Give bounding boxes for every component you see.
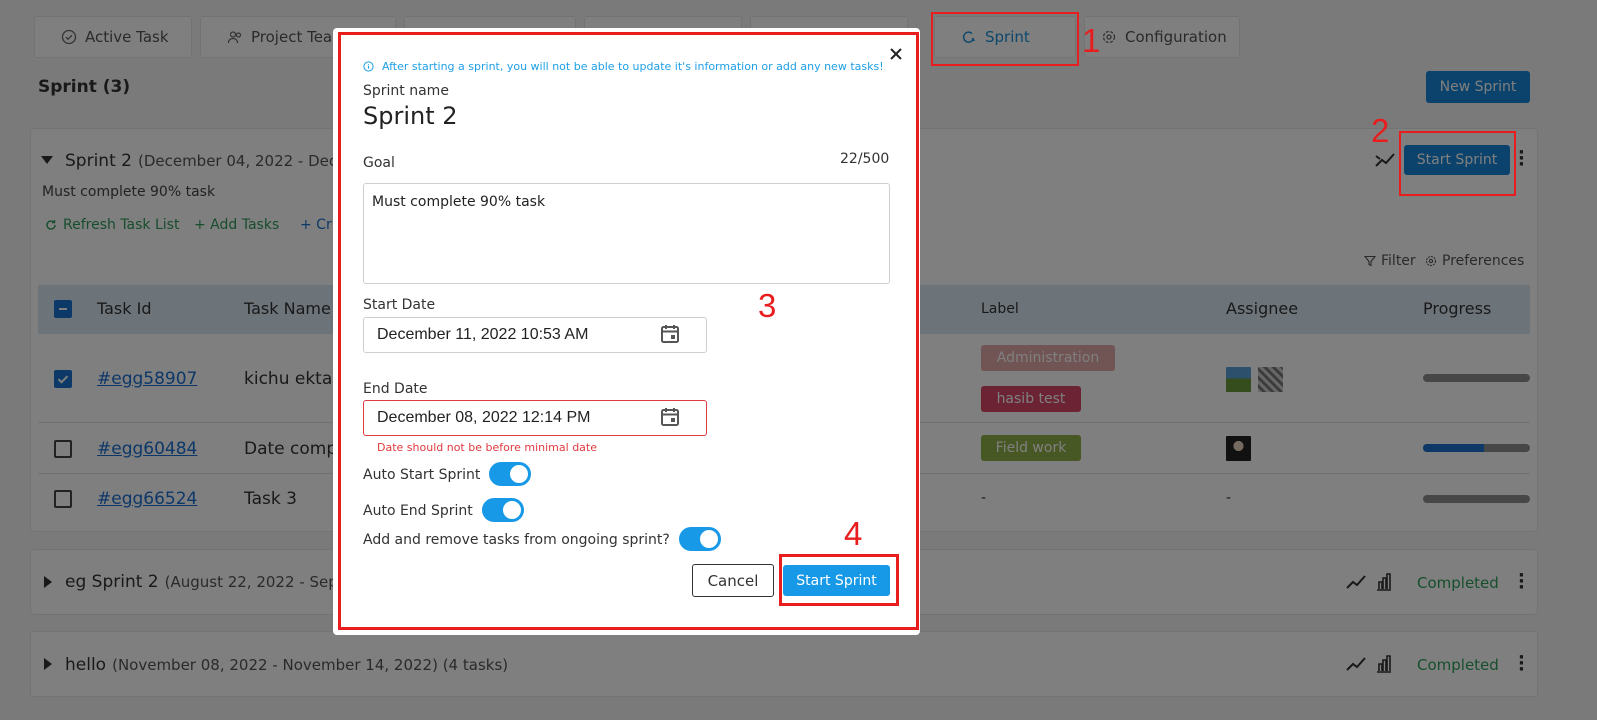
annotation-number: 1 <box>1082 22 1101 59</box>
annotation-box-dialog <box>338 32 919 630</box>
annotation-box-sprint-tab <box>931 12 1079 66</box>
annotation-number: 2 <box>1371 112 1390 149</box>
annotation-box-start-sprint <box>1399 131 1516 196</box>
annotation-number: 4 <box>844 515 863 552</box>
annotation-box-confirm <box>779 554 899 606</box>
annotation-number: 3 <box>758 287 777 324</box>
